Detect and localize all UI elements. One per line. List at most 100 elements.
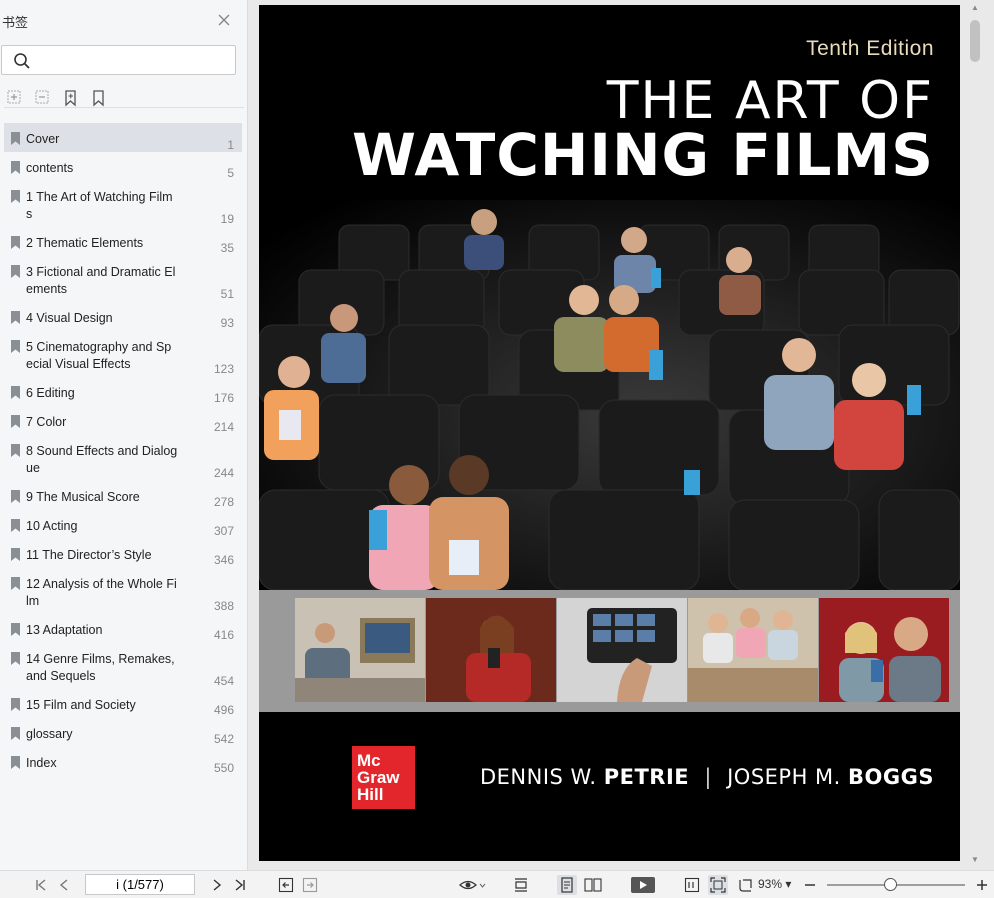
bookmark-item[interactable]: 4 Visual Design 93 <box>4 302 242 331</box>
thumb-living-room <box>295 598 425 702</box>
collapse-all-icon[interactable] <box>34 89 52 107</box>
bookmark-page: 123 <box>213 362 234 376</box>
bookmark-page: 496 <box>213 703 234 717</box>
bookmark-flag-icon <box>11 340 20 353</box>
bookmark-label: glossary <box>26 727 73 741</box>
zoom-slider-handle[interactable] <box>884 878 897 891</box>
bookmark-page: 346 <box>213 553 234 567</box>
bookmark-item[interactable]: 11 The Director’s Style 346 <box>4 539 242 568</box>
document-view[interactable]: Tenth Edition THE ART OF WATCHING FILMS <box>250 0 994 870</box>
bookmark-item[interactable]: 8 Sound Effects and Dialogue 244 <box>4 435 242 481</box>
bookmark-page: 278 <box>213 495 234 509</box>
next-page-icon[interactable] <box>209 877 225 893</box>
bookmarks-header: 书签 <box>0 0 248 40</box>
authors-line: DENNIS W. PETRIE | JOSEPH M. BOGGS <box>480 765 934 789</box>
previous-page-icon[interactable] <box>56 877 72 893</box>
bookmark-item[interactable]: 14 Genre Films, Remakes, and Sequels 454 <box>4 643 242 689</box>
author2-last: BOGGS <box>848 765 934 789</box>
bookmark-flag-icon <box>11 132 20 145</box>
bookmark-item[interactable]: 9 The Musical Score 278 <box>4 481 242 510</box>
bookmark-item[interactable]: contents 5 <box>4 152 242 181</box>
thumb-friends-sofa <box>688 598 818 702</box>
add-bookmark-icon[interactable] <box>62 89 80 107</box>
bookmark-item[interactable]: Index 550 <box>4 747 242 776</box>
close-icon[interactable] <box>216 12 232 28</box>
bookmark-flag-icon <box>11 190 20 203</box>
page-number-input[interactable] <box>85 874 195 895</box>
bookmarks-panel: 书签 Cover 1 contents 5 1 The Art of Watch… <box>0 0 248 870</box>
bookmark-item[interactable]: glossary 542 <box>4 718 242 747</box>
single-page-view-icon[interactable] <box>557 875 577 895</box>
thumb-tablet <box>557 598 687 702</box>
bookmark-flag-icon <box>11 415 20 428</box>
bookmark-label: 12 Analysis of the Whole Film <box>26 577 177 608</box>
bookmark-page: 550 <box>213 761 234 775</box>
bookmark-label: 11 The Director’s Style <box>26 548 152 562</box>
zoom-in-icon[interactable] <box>974 877 990 893</box>
bookmark-label: 3 Fictional and Dramatic Elements <box>26 265 176 296</box>
author1-last: PETRIE <box>603 765 690 789</box>
bookmark-search-box[interactable] <box>1 45 236 75</box>
bookmark-item[interactable]: 3 Fictional and Dramatic Elements 51 <box>4 256 242 302</box>
bookmark-label: 2 Thematic Elements <box>26 236 144 250</box>
actual-size-icon[interactable] <box>684 877 700 893</box>
bookmark-item[interactable]: 6 Editing 176 <box>4 377 242 406</box>
eye-protection-icon[interactable] <box>458 877 486 893</box>
vertical-scrollbar[interactable] <box>968 0 984 870</box>
logo-text-mc: Mc <box>357 751 381 770</box>
bookmark-item[interactable]: 15 Film and Society 496 <box>4 689 242 718</box>
bookmark-item[interactable]: 12 Analysis of the Whole Film 388 <box>4 568 242 614</box>
bookmark-label: 14 Genre Films, Remakes, and Sequels <box>26 652 175 683</box>
bookmark-label: 15 Film and Society <box>26 698 136 712</box>
panel-title: 书签 <box>2 15 29 30</box>
fit-width-icon[interactable] <box>513 877 529 893</box>
first-page-icon[interactable] <box>33 877 49 893</box>
zoom-mode-icon[interactable] <box>737 877 753 893</box>
scroll-up-icon[interactable]: ▲ <box>970 3 980 13</box>
bookmark-page: 51 <box>220 287 234 301</box>
bookmark-flag-icon <box>11 490 20 503</box>
bookmark-flag-icon <box>11 265 20 278</box>
play-slideshow-icon[interactable] <box>631 877 655 893</box>
bookmark-page: 214 <box>213 420 234 434</box>
zoom-level[interactable]: 93% ▾ <box>758 877 791 891</box>
search-icon <box>14 53 30 69</box>
cover-photo-audience <box>259 200 960 590</box>
bookmark-label: 6 Editing <box>26 386 75 400</box>
fit-page-icon[interactable] <box>708 875 728 895</box>
author-separator: | <box>704 765 712 789</box>
bookmark-label: 8 Sound Effects and Dialogue <box>26 444 178 475</box>
bookmark-item[interactable]: 5 Cinematography and Special Visual Effe… <box>4 331 242 377</box>
pdf-page: Tenth Edition THE ART OF WATCHING FILMS <box>259 5 960 861</box>
zoom-out-icon[interactable] <box>802 877 818 893</box>
bookmark-item[interactable]: 10 Acting 307 <box>4 510 242 539</box>
bookmark-item[interactable]: 13 Adaptation 416 <box>4 614 242 643</box>
scroll-down-icon[interactable]: ▼ <box>970 855 980 865</box>
search-input[interactable] <box>36 50 226 70</box>
bookmark-label: contents <box>26 161 74 175</box>
two-page-view-icon[interactable] <box>584 877 602 893</box>
bookmark-item[interactable]: Cover 1 <box>4 123 242 152</box>
expand-all-icon[interactable] <box>6 89 24 107</box>
bookmark-flag-icon <box>11 519 20 532</box>
book-title-line2: WATCHING FILMS <box>352 121 934 189</box>
scroll-thumb[interactable] <box>970 20 980 62</box>
bookmark-label: 4 Visual Design <box>26 311 113 325</box>
bookmark-flag-icon <box>11 577 20 590</box>
bookmark-page: 307 <box>213 524 234 538</box>
photo-strip <box>259 590 960 712</box>
bookmark-page: 416 <box>213 628 234 642</box>
last-page-icon[interactable] <box>232 877 248 893</box>
bookmark-flag-icon <box>11 756 20 769</box>
go-back-icon[interactable] <box>278 877 294 893</box>
bookmark-item[interactable]: 1 The Art of Watching Films 19 <box>4 181 242 227</box>
bookmark-page: 388 <box>213 599 234 613</box>
bookmark-item[interactable]: 2 Thematic Elements 35 <box>4 227 242 256</box>
bookmark-label: 7 Color <box>26 415 67 429</box>
logo-text-graw: Graw <box>357 768 400 787</box>
bookmark-label: Index <box>26 756 57 770</box>
go-forward-icon[interactable] <box>302 877 318 893</box>
bookmark-item[interactable]: 7 Color 214 <box>4 406 242 435</box>
bookmark-icon[interactable] <box>90 89 108 107</box>
bookmark-flag-icon <box>11 444 20 457</box>
